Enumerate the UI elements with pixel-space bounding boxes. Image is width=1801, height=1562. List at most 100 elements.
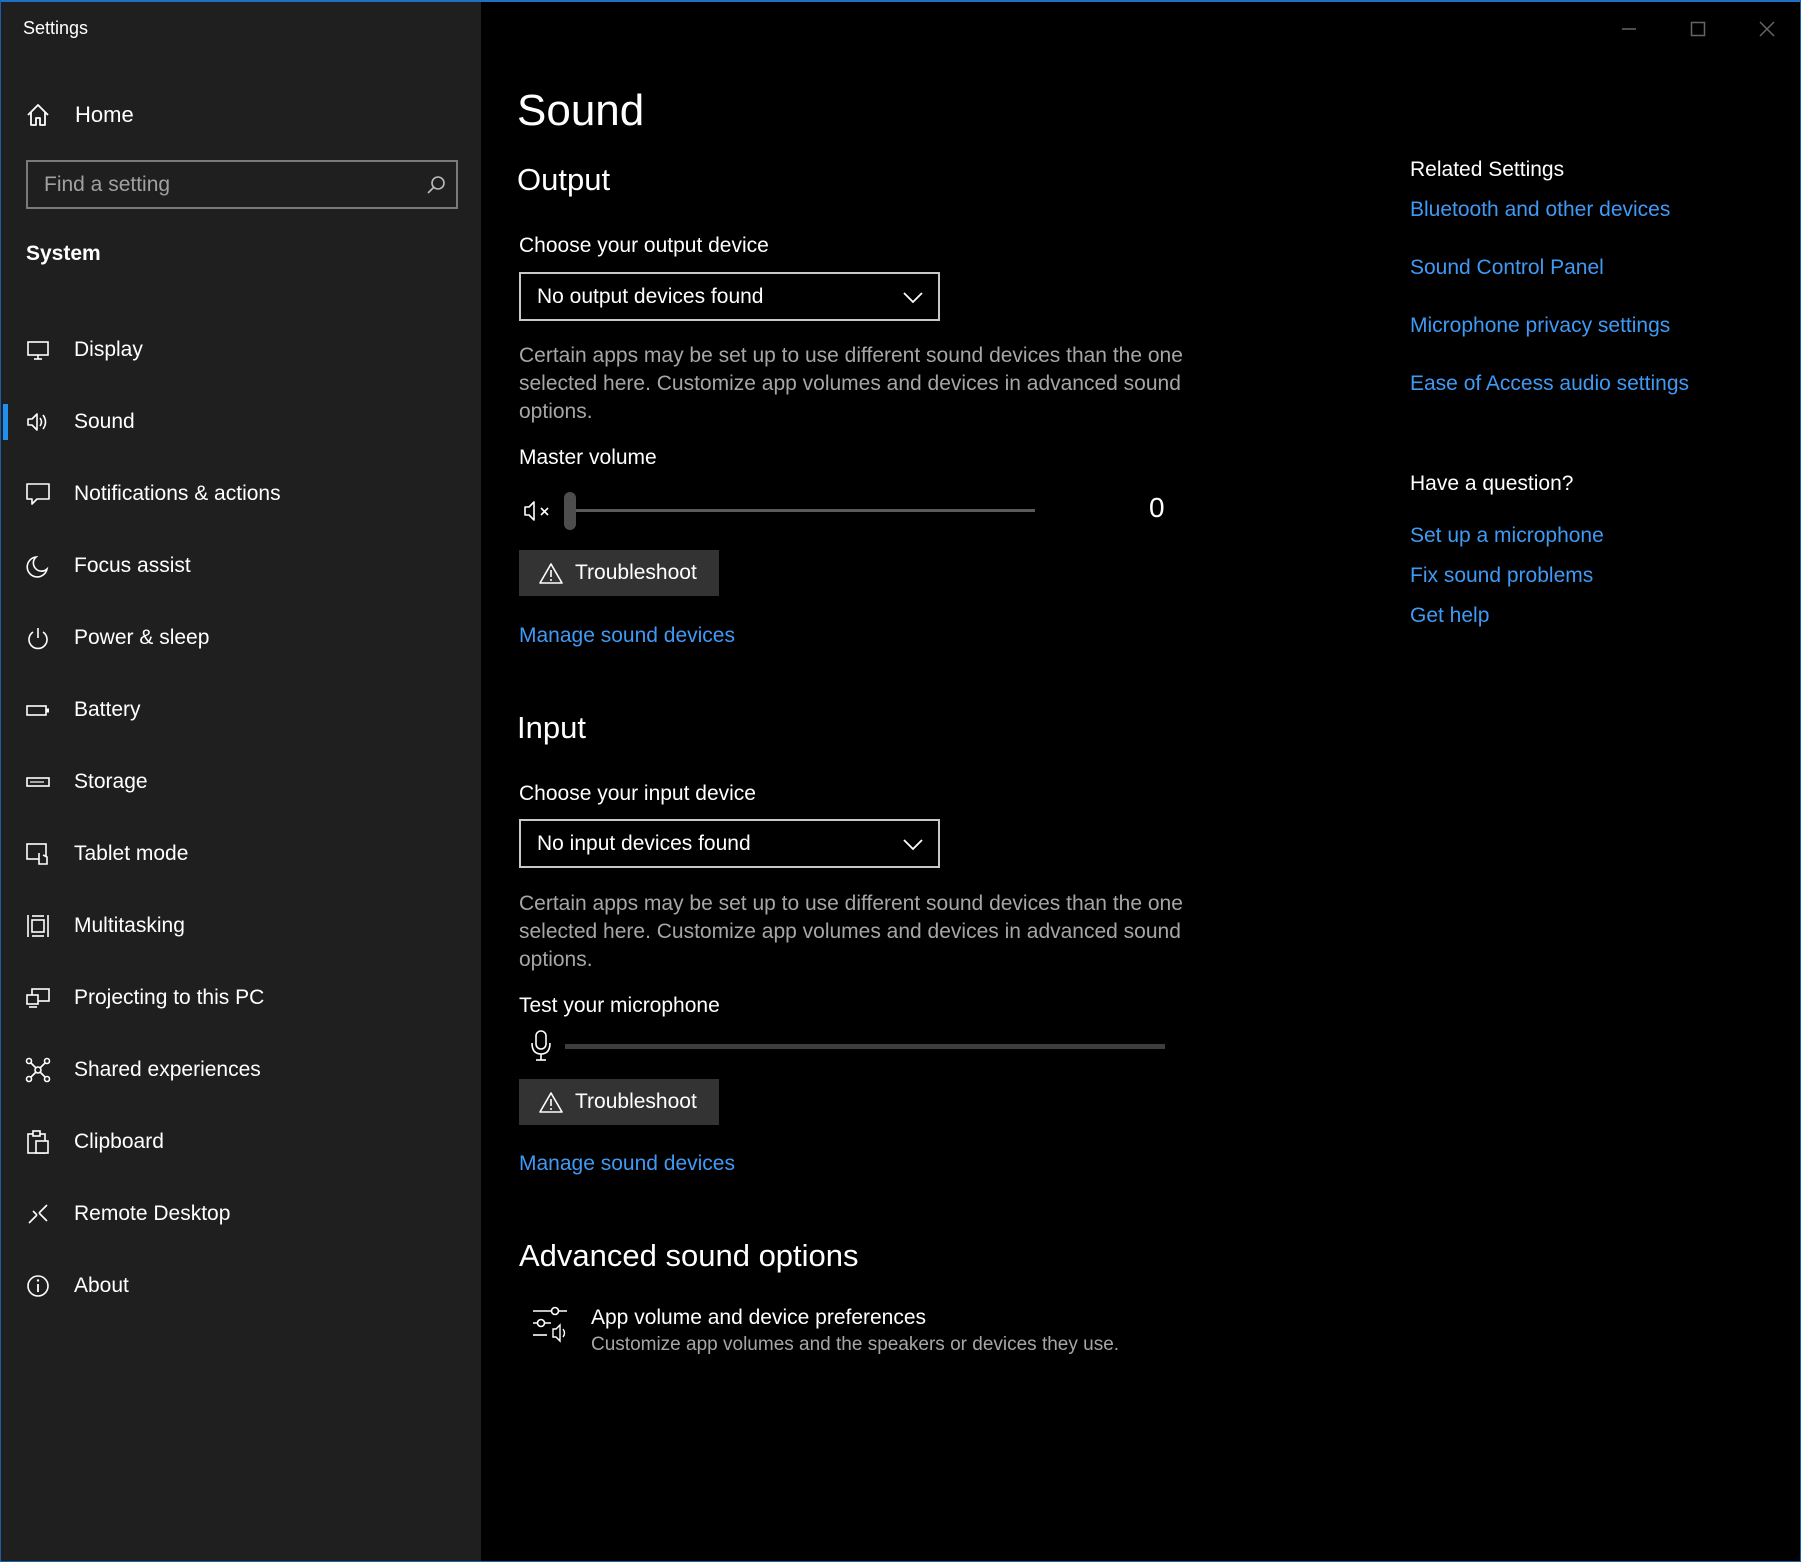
output-device-dropdown[interactable]: No output devices found: [519, 272, 940, 321]
sidebar-item-label: Storage: [74, 770, 148, 793]
sound-control-panel-link[interactable]: Sound Control Panel: [1410, 256, 1604, 280]
search-icon[interactable]: [416, 165, 456, 205]
input-heading: Input: [517, 710, 586, 745]
output-heading: Output: [517, 162, 611, 197]
remote-desktop-icon: [25, 1201, 51, 1227]
sidebar: Settings Home System Display Sound: [1, 2, 481, 1561]
warning-icon: [539, 1092, 563, 1113]
home-nav-item[interactable]: Home: [25, 98, 134, 132]
battery-icon: [25, 697, 51, 723]
sidebar-item-label: Battery: [74, 698, 141, 721]
sidebar-item-label: Notifications & actions: [74, 482, 281, 505]
output-manage-devices-link[interactable]: Manage sound devices: [519, 624, 735, 648]
microphone-privacy-link[interactable]: Microphone privacy settings: [1410, 314, 1670, 338]
master-volume-label: Master volume: [519, 446, 657, 469]
sidebar-item-storage[interactable]: Storage: [1, 746, 481, 818]
maximize-button[interactable]: [1668, 12, 1728, 46]
ease-of-access-audio-link[interactable]: Ease of Access audio settings: [1410, 372, 1689, 396]
sidebar-item-multitasking[interactable]: Multitasking: [1, 890, 481, 962]
sidebar-item-label: Clipboard: [74, 1130, 164, 1153]
sidebar-item-label: Projecting to this PC: [74, 986, 265, 1009]
home-icon: [27, 104, 49, 126]
search-box[interactable]: [26, 160, 458, 209]
page-title: Sound: [517, 86, 645, 135]
input-device-label: Choose your input device: [519, 782, 756, 805]
minimize-icon: [1622, 28, 1636, 30]
volume-thumb[interactable]: [564, 492, 576, 530]
shared-icon: [25, 1057, 51, 1083]
sidebar-item-sound[interactable]: Sound: [1, 386, 481, 458]
equalizer-icon: [533, 1306, 567, 1343]
warning-icon: [539, 563, 563, 584]
sidebar-item-label: About: [74, 1274, 129, 1297]
sidebar-item-label: Power & sleep: [74, 626, 210, 649]
sidebar-item-label: Shared experiences: [74, 1058, 261, 1081]
sidebar-item-battery[interactable]: Battery: [1, 674, 481, 746]
setup-microphone-link[interactable]: Set up a microphone: [1410, 524, 1604, 548]
input-device-dropdown[interactable]: No input devices found: [519, 819, 940, 868]
display-icon: [25, 337, 51, 363]
sidebar-item-label: Focus assist: [74, 554, 191, 577]
input-manage-devices-link[interactable]: Manage sound devices: [519, 1152, 735, 1176]
close-icon: [1759, 21, 1775, 37]
output-troubleshoot-button[interactable]: Troubleshoot: [519, 550, 719, 596]
sidebar-item-focus-assist[interactable]: Focus assist: [1, 530, 481, 602]
app-volume-description: Customize app volumes and the speakers o…: [591, 1334, 1120, 1355]
sidebar-item-clipboard[interactable]: Clipboard: [1, 1106, 481, 1178]
minimize-button[interactable]: [1599, 12, 1659, 46]
sidebar-item-power-sleep[interactable]: Power & sleep: [1, 602, 481, 674]
input-description: Certain apps may be set up to use differ…: [519, 892, 1183, 971]
input-troubleshoot-button[interactable]: Troubleshoot: [519, 1079, 719, 1125]
sidebar-item-label: Sound: [74, 410, 135, 433]
home-label: Home: [75, 102, 134, 127]
sidebar-item-about[interactable]: About: [1, 1250, 481, 1322]
bluetooth-devices-link[interactable]: Bluetooth and other devices: [1410, 198, 1670, 222]
moon-icon: [25, 553, 51, 579]
volume-track: [565, 509, 1035, 512]
output-device-value: No output devices found: [537, 284, 764, 308]
maximize-icon: [1690, 21, 1706, 37]
input-device-value: No input devices found: [537, 831, 751, 855]
sidebar-nav: Display Sound Notifications & actions Fo…: [1, 314, 481, 1322]
mic-level-meter: [519, 1025, 1199, 1065]
sidebar-item-label: Multitasking: [74, 914, 185, 937]
clipboard-icon: [25, 1129, 51, 1155]
get-help-link[interactable]: Get help: [1410, 604, 1489, 628]
multitasking-icon: [25, 913, 51, 939]
tablet-icon: [25, 841, 51, 867]
sidebar-item-notifications[interactable]: Notifications & actions: [1, 458, 481, 530]
fix-sound-problems-link[interactable]: Fix sound problems: [1410, 564, 1593, 588]
volume-value: 0: [1149, 492, 1165, 523]
advanced-heading: Advanced sound options: [519, 1238, 859, 1273]
search-input[interactable]: [28, 172, 416, 197]
sidebar-item-tablet-mode[interactable]: Tablet mode: [1, 818, 481, 890]
troubleshoot-label: Troubleshoot: [575, 1090, 697, 1113]
sidebar-item-shared-experiences[interactable]: Shared experiences: [1, 1034, 481, 1106]
mic-level-track: [565, 1044, 1165, 1049]
app-title: Settings: [23, 18, 89, 38]
settings-window: Settings Home System Display Sound: [0, 0, 1801, 1562]
mic-test-label: Test your microphone: [519, 994, 720, 1017]
master-volume-slider[interactable]: 0: [519, 490, 1199, 530]
sidebar-item-label: Display: [74, 338, 143, 361]
mute-icon[interactable]: [523, 498, 557, 524]
section-label: System: [26, 242, 101, 265]
question-heading: Have a question?: [1410, 472, 1574, 495]
chevron-down-icon: [903, 838, 923, 850]
storage-icon: [25, 769, 51, 795]
output-description: Certain apps may be set up to use differ…: [519, 344, 1183, 423]
sidebar-item-remote-desktop[interactable]: Remote Desktop: [1, 1178, 481, 1250]
microphone-icon: [531, 1030, 551, 1061]
close-button[interactable]: [1737, 12, 1797, 46]
info-icon: [25, 1273, 51, 1299]
output-device-label: Choose your output device: [519, 234, 769, 257]
app-volume-title: App volume and device preferences: [591, 1306, 927, 1329]
related-settings-heading: Related Settings: [1410, 158, 1565, 181]
speaker-icon: [25, 409, 51, 435]
troubleshoot-label: Troubleshoot: [575, 561, 697, 584]
sidebar-item-projecting[interactable]: Projecting to this PC: [1, 962, 481, 1034]
app-volume-preferences-item[interactable]: App volume and device preferences Custom…: [531, 1304, 1119, 1358]
projecting-icon: [25, 985, 51, 1011]
sidebar-item-display[interactable]: Display: [1, 314, 481, 386]
chevron-down-icon: [903, 291, 923, 303]
